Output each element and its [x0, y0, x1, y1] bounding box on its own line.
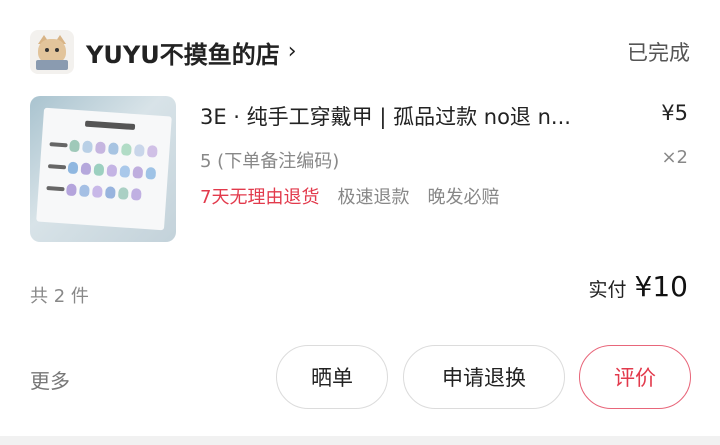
service-tags: 7天无理由退货 极速退款 晚发必赔 — [200, 183, 499, 209]
cat-avatar-icon[interactable] — [30, 30, 74, 74]
item-count: 共 2 件 — [30, 286, 89, 307]
paid-total: 实付 ¥10 — [589, 270, 688, 303]
shop-name[interactable]: YUYU不摸鱼的店 — [86, 35, 280, 70]
tag-fast-refund: 极速退款 — [337, 187, 410, 208]
request-return-button[interactable]: 申请退换 — [403, 345, 565, 409]
list-separator — [0, 436, 720, 445]
order-status: 已完成 — [627, 41, 690, 65]
paid-amount: ¥10 — [634, 270, 688, 303]
tag-late-ship-compensation: 晚发必赔 — [427, 187, 500, 208]
product-spec: 5 (下单备注编码) — [200, 151, 340, 172]
tag-7day-return: 7天无理由退货 — [200, 187, 320, 208]
order-card: YUYU不摸鱼的店 › 已完成 3E · 纯手工穿戴甲 | 孤品过款 no退 n… — [0, 0, 720, 436]
product-price: ¥5 — [661, 101, 688, 125]
paid-label: 实付 — [588, 279, 627, 301]
product-title[interactable]: 3E · 纯手工穿戴甲 | 孤品过款 no退 n... — [200, 101, 636, 131]
more-button[interactable]: 更多 — [30, 365, 70, 394]
product-thumbnail[interactable] — [30, 96, 176, 242]
review-button[interactable]: 评价 — [579, 345, 691, 409]
share-order-button[interactable]: 晒单 — [276, 345, 388, 409]
product-quantity: ×2 — [661, 147, 688, 168]
chevron-right-icon[interactable]: › — [288, 41, 297, 63]
shop-header[interactable]: YUYU不摸鱼的店 › 已完成 — [30, 30, 690, 74]
